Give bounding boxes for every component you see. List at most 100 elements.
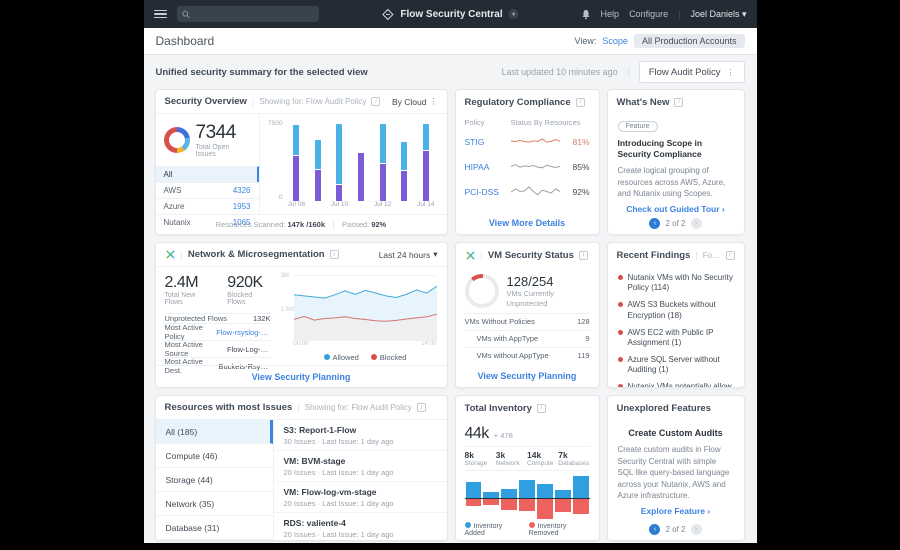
- resource-item[interactable]: VM: Flow-log-vm-stage20 Issues · Last Is…: [274, 482, 447, 513]
- help-link[interactable]: Help: [601, 9, 620, 19]
- legend-item-aws[interactable]: AWS4326: [156, 182, 259, 198]
- page-title: Dashboard: [156, 34, 215, 48]
- header-separator: |: [695, 250, 697, 260]
- dashboard-grid: Security Overview | Showing for: Flow Au…: [144, 89, 757, 547]
- resource-item[interactable]: S3: Report-1-Flow30 Issues · Last Issue:…: [274, 420, 447, 451]
- tab-storage[interactable]: Storage (44): [156, 468, 273, 492]
- card-whats-new: What's New i Feature Introducing Scope i…: [607, 89, 745, 235]
- card-title: Recent Findings: [617, 250, 691, 261]
- app-window: Flow Security Central ▾ Help Configure |…: [144, 0, 757, 543]
- feature-badge: Feature: [618, 121, 658, 132]
- showing-for-label: Showing for: Flow Audit Policy: [259, 97, 366, 106]
- info-icon[interactable]: i: [576, 98, 585, 107]
- chart-legend: Allowed Blocked: [294, 350, 437, 365]
- info-icon[interactable]: i: [579, 251, 588, 260]
- finding-item[interactable]: AWS S3 Buckets without Encryption (18): [618, 300, 734, 321]
- user-menu[interactable]: Joel Daniels ▾: [690, 9, 746, 20]
- header-separator: |: [297, 403, 299, 413]
- global-search[interactable]: [177, 6, 319, 22]
- finding-item[interactable]: Nutanix VMs with No Security Policy (114…: [618, 273, 734, 294]
- finding-item[interactable]: Nutanix VMs potentially allow all traffi…: [618, 382, 734, 388]
- policy-link[interactable]: HIPAA: [465, 162, 505, 172]
- stat-row: Most Active SourceFlow-Log-VM: [165, 340, 271, 357]
- policy-selector-button[interactable]: Flow Audit Policy ⋮: [639, 61, 745, 83]
- flow-icon: [465, 250, 476, 261]
- policy-link[interactable]: STIG: [465, 137, 505, 147]
- view-scope-link[interactable]: Scope: [602, 36, 628, 46]
- legend-item-azure[interactable]: Azure1953: [156, 198, 259, 214]
- by-cloud-selector[interactable]: By Cloud⋮: [392, 97, 438, 107]
- search-input[interactable]: [194, 9, 314, 19]
- pagination-next-icon[interactable]: ›: [691, 524, 702, 535]
- card-recent-findings: Recent Findings | For: Flow Aud... i Nut…: [607, 242, 745, 388]
- policy-link[interactable]: PCI-DSS: [465, 187, 505, 197]
- whats-new-item-body: Create logical grouping of resources acr…: [618, 165, 734, 200]
- tab-database[interactable]: Database (31): [156, 516, 273, 540]
- info-icon[interactable]: i: [537, 404, 546, 413]
- inventory-delta: + 478: [494, 431, 513, 440]
- vm-protection-donut-chart: [465, 274, 499, 308]
- info-icon[interactable]: i: [330, 250, 339, 259]
- resource-item[interactable]: VM: BVM-stage20 Issues · Last Issue: 1 d…: [274, 451, 447, 482]
- view-security-planning-link[interactable]: View Security Planning: [456, 365, 599, 387]
- app-title: Flow Security Central: [400, 9, 502, 20]
- total-new-flows-stat: 2.4MTotal New Flows: [165, 274, 214, 306]
- scan-summary: Resources Scanned: 147k /160k Passed: 92…: [156, 214, 447, 234]
- feature-heading: Create Custom Audits: [618, 428, 734, 438]
- header-separator: |: [181, 250, 183, 260]
- vms-unprotected-label: VMs Currently Unprotected: [507, 289, 590, 309]
- vm-stat-row: VMs with AppType9: [465, 330, 590, 347]
- header-separator: |: [252, 97, 254, 107]
- info-icon[interactable]: i: [726, 251, 735, 260]
- whats-new-item-title: Introducing Scope in Security Compliance: [618, 138, 734, 161]
- last-updated: Last updated 10 minutes ago: [502, 67, 629, 77]
- tab-network[interactable]: Network (35): [156, 492, 273, 516]
- view-security-planning-link[interactable]: View Security Planning: [156, 365, 447, 387]
- time-range-selector[interactable]: Last 24 hours ▾: [379, 249, 438, 260]
- resource-item[interactable]: RDS: valiente-420 Issues · Last Issue: 1…: [274, 513, 447, 540]
- selector-kebab-icon: ⋮: [727, 68, 735, 77]
- card-title: Resources with most Issues: [165, 402, 293, 413]
- card-security-overview: Security Overview | Showing for: Flow Au…: [155, 89, 448, 235]
- compliance-table-header: Policy Status By Resources: [456, 114, 599, 129]
- summary-title: Unified security summary for the selecte…: [156, 67, 368, 78]
- legend-item-all[interactable]: All: [156, 166, 259, 182]
- total-open-issues-value: 7344: [196, 122, 251, 144]
- severity-dot-icon: [618, 302, 623, 307]
- card-regulatory-compliance: Regulatory Compliance i Policy Status By…: [455, 89, 600, 235]
- pcidss-sparkline: [511, 185, 560, 198]
- card-resources-most-issues: Resources with most Issues | Showing for…: [155, 395, 448, 541]
- view-more-details-link[interactable]: View More Details: [456, 212, 599, 234]
- notifications-bell-icon[interactable]: [581, 9, 591, 20]
- info-icon[interactable]: i: [417, 403, 426, 412]
- findings-list: Nutanix VMs with No Security Policy (114…: [608, 267, 744, 388]
- finding-item[interactable]: AWS EC2 with Public IP Assignment (1): [618, 328, 734, 349]
- stat-row: Unprotected Flows132K: [165, 313, 271, 323]
- severity-dot-icon: [618, 357, 623, 362]
- compliance-row-hipaa: HIPAA 85%: [456, 154, 599, 179]
- page-header: Dashboard View: Scope All Production Acc…: [144, 28, 757, 55]
- configure-link[interactable]: Configure: [629, 9, 668, 19]
- info-icon[interactable]: i: [371, 97, 380, 106]
- compliance-row-stig: STIG 81%: [456, 129, 599, 154]
- tab-compute[interactable]: Compute (46): [156, 444, 273, 468]
- severity-dot-icon: [618, 275, 623, 280]
- tab-all[interactable]: All (185): [156, 420, 273, 444]
- info-icon[interactable]: i: [674, 98, 683, 107]
- pagination-next-icon[interactable]: ›: [691, 218, 702, 229]
- pagination-prev-icon[interactable]: ‹: [649, 524, 660, 535]
- pagination-prev-icon[interactable]: ‹: [649, 218, 660, 229]
- added-dot-icon: [465, 522, 471, 528]
- issues-bar-chart: 75000 Jul 08Jul 10Jul 12Jul 14: [260, 114, 447, 214]
- view-selected-pill[interactable]: All Production Accounts: [634, 34, 745, 48]
- app-switcher-caret-icon[interactable]: ▾: [509, 9, 519, 19]
- hamburger-menu-icon[interactable]: [154, 10, 167, 19]
- policy-link[interactable]: Flow-rsyslog-app...: [216, 328, 270, 337]
- inventory-breakdown: 8kStorage 3kNetwork 14kCompute 7kDatabas…: [465, 446, 590, 471]
- resource-type-tabs: All (185) Compute (46) Storage (44) Netw…: [156, 420, 274, 540]
- total-open-issues-label: Total Open Issues: [196, 144, 251, 158]
- compliance-percent: 92%: [566, 187, 590, 197]
- finding-item[interactable]: Azure SQL Server without Auditing (1): [618, 355, 734, 376]
- hipaa-sparkline: [511, 160, 560, 173]
- pagination-label: 2 of 2: [665, 525, 685, 534]
